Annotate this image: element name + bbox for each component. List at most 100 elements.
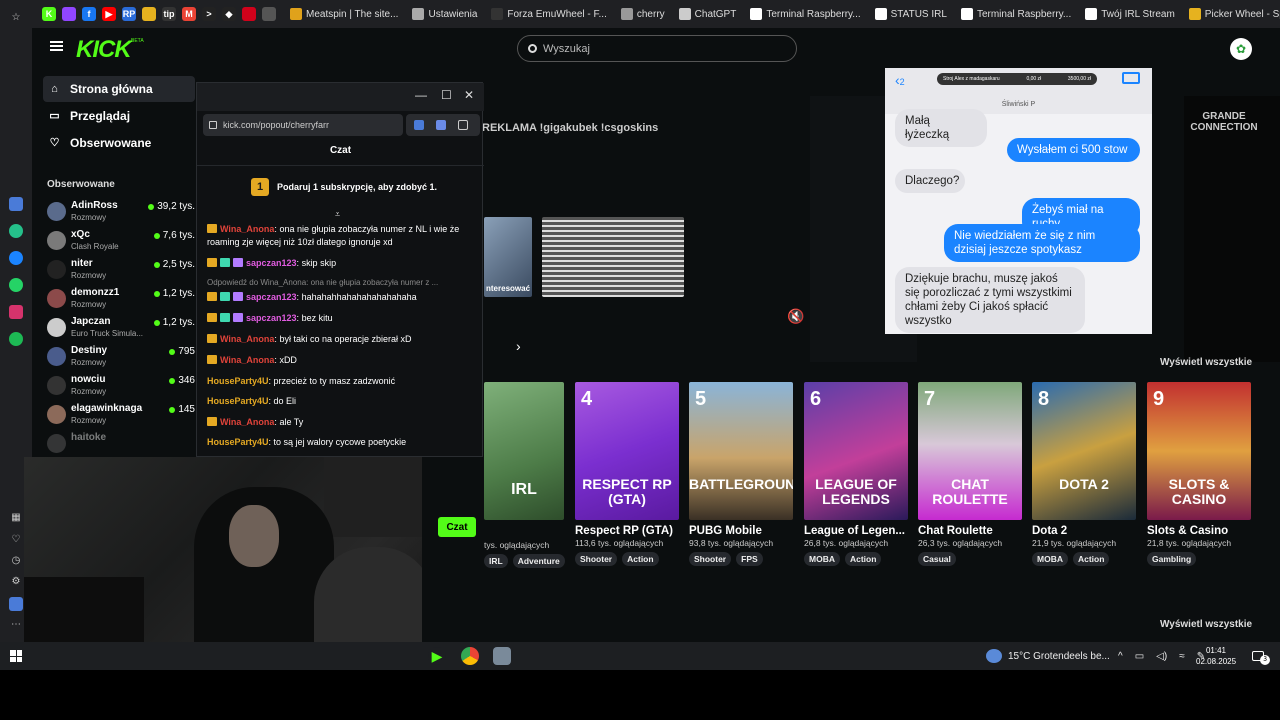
bookmark-icon[interactable]: RP: [122, 7, 136, 21]
gift-sub-banner[interactable]: 1 Podaruj 1 subskrypcję, aby zdobyć 1.: [251, 178, 437, 196]
chat-username[interactable]: sapczan123: [246, 292, 297, 302]
followed-channel[interactable]: demonzz1 Rozmowy 1,2 tys.: [47, 285, 195, 314]
chat-message[interactable]: HouseParty4U: przecież to ty masz zadzwo…: [207, 375, 475, 388]
settings-icon[interactable]: ⚙: [9, 575, 23, 589]
mute-icon[interactable]: 🔇: [787, 308, 804, 325]
bookmark-icon[interactable]: >: [202, 7, 216, 21]
maximize-icon[interactable]: ☐: [441, 88, 452, 102]
minimize-icon[interactable]: —: [415, 88, 427, 102]
chat-message[interactable]: sapczan123: hahahahhahahahahahahaha: [207, 291, 475, 304]
bookmark-icon[interactable]: f: [82, 7, 96, 21]
category-thumbnail[interactable]: 4 RESPECT RP (GTA): [575, 382, 679, 520]
extension-icon[interactable]: [414, 120, 424, 130]
more-icon[interactable]: ⋯: [9, 618, 23, 632]
chat-username[interactable]: Wina_Anona: [220, 334, 274, 344]
notifications-icon[interactable]: 3: [1252, 642, 1270, 670]
category-tag[interactable]: FPS: [736, 552, 763, 566]
spotify-icon[interactable]: [9, 332, 23, 346]
category-card[interactable]: 7 CHAT ROULETTE Chat Roulette 26,3 tys. ogl…: [918, 382, 1022, 566]
carousel-side-preview[interactable]: [1184, 96, 1280, 362]
extension-icon[interactable]: [436, 120, 446, 130]
category-tag[interactable]: Action: [622, 552, 659, 566]
category-tag[interactable]: Adventure: [512, 554, 565, 568]
chat-username[interactable]: HouseParty4U: [207, 437, 269, 447]
category-tag[interactable]: Shooter: [575, 552, 618, 566]
chat-send-button[interactable]: Czat: [438, 517, 476, 537]
chat-message[interactable]: sapczan123: skip skip: [207, 257, 475, 270]
nav-item-home[interactable]: ⌂ Strona główna: [43, 76, 195, 102]
category-title[interactable]: Respect RP (GTA): [575, 525, 679, 537]
history-icon[interactable]: ◷: [9, 554, 23, 568]
category-tag[interactable]: MOBA: [1032, 552, 1068, 566]
chat-username[interactable]: Wina_Anona: [220, 417, 274, 427]
nav-item-browse[interactable]: ▭ Przeglądaj: [43, 103, 195, 129]
category-tag[interactable]: Gambling: [1147, 552, 1197, 566]
followed-channel[interactable]: elagawinknaga Rozmowy 145: [47, 401, 195, 430]
category-title[interactable]: Slots & Casino: [1147, 525, 1251, 537]
bookmark-icon[interactable]: M: [182, 7, 196, 21]
followed-channel[interactable]: AdinRoss Rozmowy 39,2 tys.: [47, 198, 195, 227]
category-tag[interactable]: IRL: [484, 554, 508, 568]
chat-username[interactable]: HouseParty4U: [207, 396, 269, 406]
kick-logo[interactable]: KICK: [76, 36, 132, 64]
bookmark-item[interactable]: Terminal Raspberry...: [750, 8, 861, 20]
app-icon[interactable]: [9, 197, 23, 211]
chat-username[interactable]: HouseParty4U: [207, 376, 269, 386]
wifi-icon[interactable]: ≈: [1179, 651, 1185, 662]
category-card[interactable]: 8 DOTA 2 Dota 2 21,9 tys. oglądających MOBA A…: [1032, 382, 1136, 566]
bookmark-item[interactable]: Picker Wheel - Spin...: [1188, 8, 1280, 20]
tray-chevron-icon[interactable]: ^: [1118, 651, 1123, 662]
category-tag[interactable]: Casual: [918, 552, 956, 566]
user-avatar[interactable]: ✿: [1230, 38, 1252, 60]
bookmark-icon[interactable]: ▶: [102, 7, 116, 21]
category-tag[interactable]: Shooter: [689, 552, 732, 566]
followed-channel[interactable]: nowciu Rozmowy 346: [47, 372, 195, 401]
followed-channel[interactable]: haitoke: [47, 430, 195, 459]
extension-icon[interactable]: [458, 120, 468, 130]
bookmark-item[interactable]: ChatGPT: [678, 8, 736, 20]
bookmark-item[interactable]: STATUS IRL: [874, 8, 947, 20]
bookmark-item[interactable]: Terminal Raspberry...: [960, 8, 1071, 20]
category-thumbnail[interactable]: 8 DOTA 2: [1032, 382, 1136, 520]
chat-message[interactable]: Wina_Anona: xDD: [207, 354, 475, 367]
chrome-icon[interactable]: [461, 647, 479, 665]
start-icon[interactable]: [10, 650, 22, 662]
app-icon[interactable]: [9, 224, 23, 238]
tab-actions-icon[interactable]: ☆: [9, 11, 23, 25]
category-card[interactable]: IRL tys. oglądających IRL Adventure: [484, 382, 565, 568]
chat-username[interactable]: sapczan123: [246, 313, 297, 323]
category-card[interactable]: 6 LEAGUE OF LEGENDS League of Legen... 26,8…: [804, 382, 908, 566]
whatsapp-icon[interactable]: [9, 278, 23, 292]
bookmark-icon[interactable]: [142, 7, 156, 21]
category-thumbnail[interactable]: 6 LEAGUE OF LEGENDS: [804, 382, 908, 520]
category-tag[interactable]: MOBA: [804, 552, 840, 566]
carousel-next-icon[interactable]: ›: [516, 338, 521, 354]
followed-channel[interactable]: niter Rozmowy 2,5 tys.: [47, 256, 195, 285]
close-icon[interactable]: ✕: [464, 88, 474, 102]
category-card[interactable]: 5 BATTLEGROUNDS PUBG Mobile93,8 tys. ogląd…: [689, 382, 793, 566]
pinned-toggle-icon[interactable]: ⩡: [335, 209, 340, 220]
see-all-link[interactable]: Wyświetl wszystkie: [1160, 357, 1252, 368]
carousel-thumb[interactable]: nteresować: [484, 217, 532, 297]
url-bar[interactable]: kick.com/popout/cherryfarr: [203, 114, 403, 136]
instagram-icon[interactable]: [9, 305, 23, 319]
clock[interactable]: 01:41 02.08.2025: [1196, 645, 1236, 667]
bookmark-icon[interactable]: K: [42, 7, 56, 21]
category-tag[interactable]: Action: [844, 552, 882, 566]
see-all-link[interactable]: Wyświetl wszystkie: [1160, 619, 1252, 630]
bookmark-icon[interactable]: [62, 7, 76, 21]
chat-username[interactable]: Wina_Anona: [220, 224, 274, 234]
category-card[interactable]: 9 SLOTS & CASINO Slots & Casino 21,8 tys. o…: [1147, 382, 1251, 566]
taskbar-app-icon[interactable]: [493, 647, 511, 665]
bookmark-icon[interactable]: ◆: [222, 7, 236, 21]
apps-grid-icon[interactable]: ▦: [9, 511, 23, 525]
bookmark-icon[interactable]: tip: [162, 7, 176, 21]
bookmark-icon[interactable]: [242, 7, 256, 21]
chat-message[interactable]: HouseParty4U: to są jej walory cycowe po…: [207, 436, 475, 449]
chat-message[interactable]: sapczan123: bez kitu: [207, 312, 475, 325]
category-title[interactable]: Dota 2: [1032, 525, 1136, 537]
heart-icon[interactable]: ♡: [9, 533, 23, 547]
category-title[interactable]: Chat Roulette: [918, 525, 1022, 537]
app-icon[interactable]: [9, 597, 23, 611]
category-thumbnail[interactable]: IRL: [484, 382, 564, 520]
